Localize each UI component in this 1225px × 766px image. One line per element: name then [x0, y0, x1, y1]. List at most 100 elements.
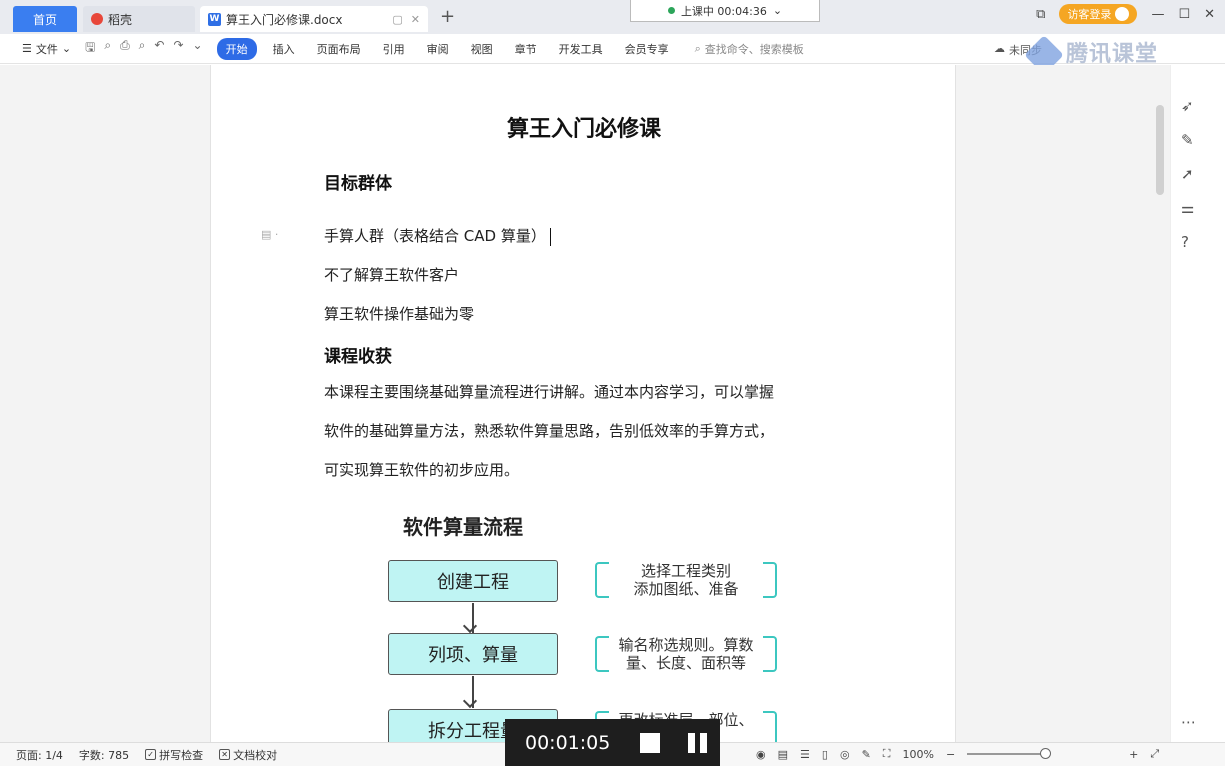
cloud-icon: ☁: [994, 42, 1005, 55]
flow-step-2: 列项、算量: [388, 633, 558, 675]
section-heading-target: 目标群体: [324, 174, 392, 194]
title-bar: 首页 稻壳 W 算王入门必修课.docx ▢ ✕ + 上课中 00:04:36 …: [0, 0, 1225, 34]
read-mode-icon[interactable]: ▯: [822, 748, 828, 761]
doc-proof-toggle[interactable]: ✕ 文档校对: [219, 747, 277, 763]
live-status-pill[interactable]: 上课中 00:04:36 ⌄: [630, 0, 820, 22]
guest-login-label: 访客登录: [1067, 8, 1112, 21]
document-page[interactable]: 算王入门必修课 目标群体 ▤ · 手算人群（表格结合 CAD 算量） 不了解算王…: [210, 65, 956, 751]
pen-icon[interactable]: ✎: [1181, 131, 1194, 149]
document-title: 算王入门必修课: [506, 117, 661, 142]
avatar-icon: [1115, 7, 1130, 21]
section-heading-gains: 课程收获: [324, 347, 392, 367]
sliders-icon[interactable]: ⚌: [1181, 199, 1194, 217]
menu-insert[interactable]: 插入: [273, 41, 295, 57]
format-painter-icon[interactable]: ⌕: [104, 38, 111, 59]
print-icon[interactable]: ⎙: [120, 38, 130, 59]
page-count-icon[interactable]: ⧉: [1036, 7, 1045, 22]
maximize-icon[interactable]: ☐: [1178, 7, 1190, 22]
write-mode-icon[interactable]: ✎: [862, 748, 871, 761]
zoom-slider-knob[interactable]: [1040, 748, 1052, 759]
menu-dev-tools[interactable]: 开发工具: [559, 41, 603, 57]
tab-restore-icon[interactable]: ▢: [392, 13, 402, 26]
menu-section[interactable]: 章节: [515, 41, 537, 57]
eye-icon[interactable]: ◉: [756, 748, 766, 761]
redo-icon[interactable]: ↷: [173, 38, 183, 59]
save-icon[interactable]: 🖫: [85, 38, 95, 59]
minimize-icon[interactable]: —: [1151, 7, 1164, 22]
more-icon[interactable]: ⌄: [193, 38, 203, 59]
flow-arrow-head-2: [462, 693, 478, 709]
paragraph-handle-icon[interactable]: ▤ ·: [261, 228, 278, 241]
window-controls: ⧉ 访客登录 — ☐ ✕: [1036, 0, 1225, 28]
quick-tools: 🖫 ⌕ ⎙ ⌕ ↶ ↷ ⌄: [85, 38, 203, 59]
page-indicator[interactable]: 页面: 1/4: [16, 747, 63, 763]
text-cursor: [549, 227, 551, 246]
new-tab-button[interactable]: +: [440, 6, 455, 27]
tab-home-label: 首页: [32, 12, 57, 27]
tab-daoke[interactable]: 稻壳: [83, 6, 195, 32]
tab-document[interactable]: W 算王入门必修课.docx ▢ ✕: [200, 6, 428, 32]
gains-line-1: 本课程主要围绕基础算量流程进行讲解。通过本内容学习，可以掌握: [324, 383, 775, 401]
guest-login-button[interactable]: 访客登录: [1059, 4, 1138, 24]
menu-review[interactable]: 审阅: [427, 41, 449, 57]
chevron-down-icon: ⌄: [772, 4, 783, 17]
recording-time: 00:01:05: [525, 731, 611, 754]
menu-view[interactable]: 视图: [471, 41, 493, 57]
tab-home[interactable]: 首页: [13, 6, 77, 32]
target-line-1: 手算人群（表格结合 CAD 算量）: [324, 225, 551, 246]
rocket-icon[interactable]: ➶: [1181, 97, 1194, 115]
menu-page-layout[interactable]: 页面布局: [317, 41, 361, 57]
spell-check-label: 拼写检查: [159, 748, 204, 762]
zoom-out-icon[interactable]: −: [946, 748, 955, 761]
flow-note-1: 选择工程类别 添加图纸、准备: [595, 562, 777, 598]
close-icon[interactable]: ✕: [1204, 7, 1215, 22]
word-doc-icon: W: [208, 12, 221, 26]
menu-references[interactable]: 引用: [383, 41, 405, 57]
menu-start[interactable]: 开始: [216, 37, 257, 60]
tab-document-label: 算王入门必修课.docx: [226, 12, 343, 27]
stop-recording-button[interactable]: [640, 732, 661, 753]
vertical-scrollbar[interactable]: [1156, 105, 1164, 195]
word-count[interactable]: 字数: 785: [79, 747, 129, 763]
web-view-icon[interactable]: ◎: [840, 748, 850, 761]
spell-check-toggle[interactable]: ✓ 拼写检查: [145, 747, 203, 763]
flow-step-1: 创建工程: [388, 560, 558, 602]
chevron-down-icon: ⌄: [61, 42, 72, 55]
print-preview-icon[interactable]: ⌕: [139, 38, 146, 59]
live-status-text: 上课中 00:04:36: [680, 4, 767, 18]
gains-line-2: 软件的基础算量方法，熟悉软件算量思路，告别低效率的手算方式，: [324, 422, 775, 440]
undo-icon[interactable]: ↶: [154, 38, 164, 59]
command-search[interactable]: ⌕ 查找命令、搜索模板: [695, 41, 804, 57]
page-view-icon[interactable]: ▤: [778, 748, 788, 761]
menu-member[interactable]: 会员专享: [625, 41, 669, 57]
zoom-slider[interactable]: [967, 748, 1052, 759]
view-controls: ◉ ▤ ☰ ▯ ◎ ✎ ⛶ 100% − + ⤢: [756, 747, 1159, 761]
zoom-level[interactable]: 100%: [902, 748, 933, 761]
zoom-in-icon[interactable]: +: [1129, 748, 1138, 761]
search-icon: ⌕: [694, 41, 701, 55]
flow-title: 软件算量流程: [403, 515, 523, 539]
live-dot-icon: [667, 7, 675, 14]
recording-control-bar: 00:01:05: [505, 719, 720, 766]
right-tool-panel: ➶ ✎ ➚ ⚌ ? ⋯: [1170, 65, 1225, 742]
help-icon[interactable]: ?: [1181, 233, 1189, 251]
fullscreen-icon[interactable]: ⤢: [1150, 747, 1159, 761]
tab-close-icon[interactable]: ✕: [411, 13, 420, 26]
flow-arrow-head-1: [462, 618, 478, 634]
logo-text: 腾讯课堂: [1066, 42, 1159, 67]
pause-recording-button[interactable]: [688, 732, 708, 753]
menu-toolbar: ☰ 文件 ⌄ 🖫 ⌕ ⎙ ⌕ ↶ ↷ ⌄ 开始 插入 页面布局 引用 审阅 视图…: [0, 34, 1225, 75]
proof-icon: ✕: [219, 749, 231, 760]
tab-daoke-label: 稻壳: [108, 12, 133, 27]
flow-note-2: 输名称选规则。算数 量、长度、面积等: [595, 636, 777, 672]
target-line-2: 不了解算王软件客户: [324, 266, 460, 284]
file-menu-label: 文件: [35, 42, 58, 56]
file-menu[interactable]: ☰ 文件 ⌄: [22, 41, 71, 57]
doc-proof-label: 文档校对: [233, 748, 278, 762]
pointer-icon[interactable]: ➚: [1181, 165, 1194, 183]
command-search-placeholder: 查找命令、搜索模板: [704, 42, 804, 56]
fit-page-icon[interactable]: ⛶: [883, 747, 891, 761]
more-dots-icon[interactable]: ⋯: [1181, 713, 1196, 731]
outline-view-icon[interactable]: ☰: [800, 748, 810, 761]
hamburger-icon: ☰: [22, 42, 32, 55]
